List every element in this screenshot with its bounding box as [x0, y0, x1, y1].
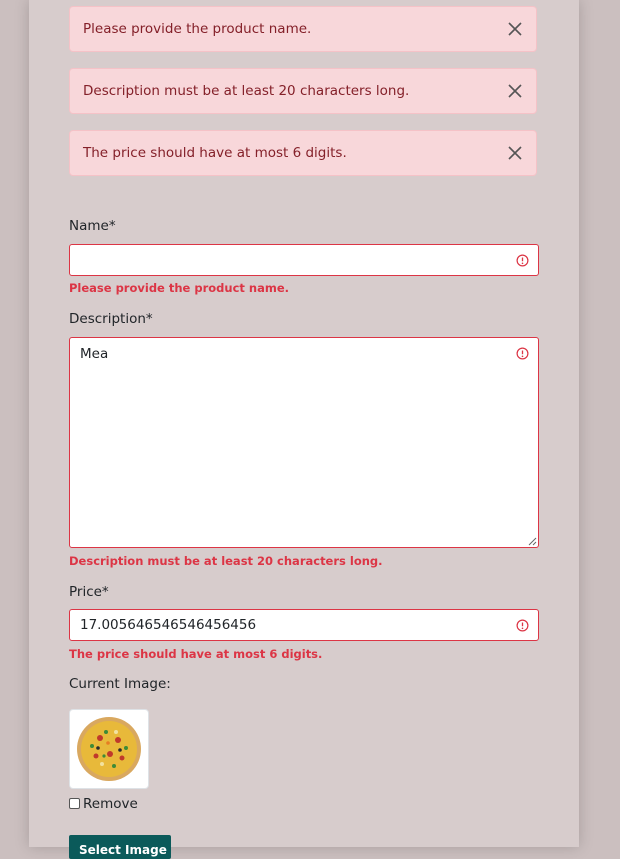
- error-icon: [516, 254, 529, 267]
- alert-message: Please provide the product name.: [83, 21, 312, 37]
- select-image-button-label: Select Image: [79, 843, 167, 857]
- price-feedback: The price should have at most 6 digits.: [69, 647, 323, 661]
- resize-handle-icon[interactable]: [527, 536, 537, 546]
- select-image-button[interactable]: Select Image: [69, 835, 171, 859]
- alert-price-error: The price should have at most 6 digits.: [69, 130, 537, 176]
- price-label: Price*: [69, 584, 109, 600]
- price-input[interactable]: 17.005646546546456456: [69, 609, 539, 641]
- description-value: Mea: [80, 346, 109, 362]
- description-feedback: Description must be at least 20 characte…: [69, 554, 383, 568]
- pizza-image-icon: [77, 717, 141, 781]
- name-label: Name*: [69, 218, 116, 234]
- current-image-label: Current Image:: [69, 676, 171, 692]
- price-input-value: 17.005646546546456456: [80, 617, 257, 633]
- alert-name-error: Please provide the product name.: [69, 6, 537, 52]
- error-icon: [516, 347, 529, 360]
- description-label: Description*: [69, 311, 153, 327]
- close-icon[interactable]: [506, 144, 524, 162]
- name-input[interactable]: [69, 244, 539, 276]
- current-image-thumbnail: [69, 709, 149, 789]
- description-textarea[interactable]: Mea: [69, 337, 539, 548]
- alert-description-error: Description must be at least 20 characte…: [69, 68, 537, 114]
- alert-message: The price should have at most 6 digits.: [83, 145, 347, 161]
- alert-message: Description must be at least 20 characte…: [83, 83, 410, 99]
- close-icon[interactable]: [506, 20, 524, 38]
- remove-image-checkbox[interactable]: [69, 798, 80, 809]
- name-feedback: Please provide the product name.: [69, 281, 289, 295]
- remove-image-label[interactable]: Remove: [83, 796, 138, 812]
- close-icon[interactable]: [506, 82, 524, 100]
- error-icon: [516, 619, 529, 632]
